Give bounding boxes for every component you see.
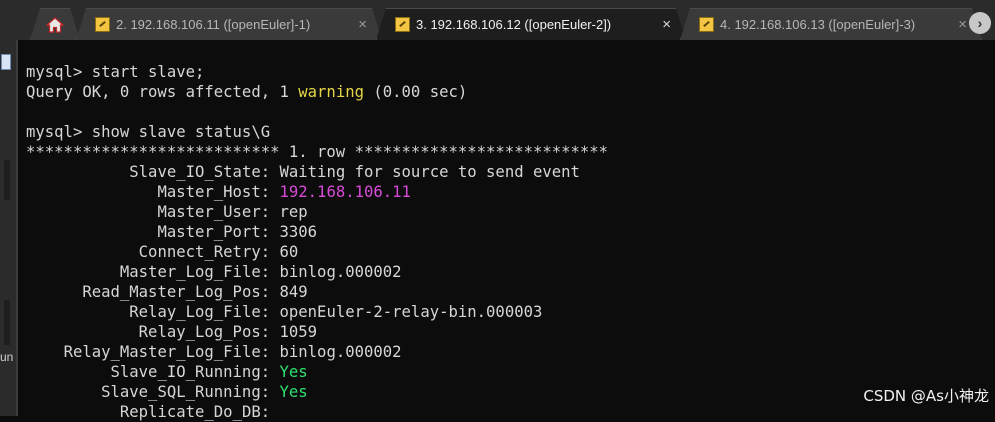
field-key: Relay_Log_Pos: [138, 323, 261, 341]
prompt: mysql>: [26, 63, 92, 81]
field-key: Relay_Master_Log_File: [63, 343, 261, 361]
warning-text: warning: [298, 83, 364, 101]
status-field: Relay_Log_File: openEuler-2-relay-bin.00…: [129, 303, 543, 321]
field-key: Connect_Retry: [138, 243, 261, 261]
tab-bar: 2. 192.168.106.11 ([openEuler]-1) × 3. 1…: [0, 0, 995, 40]
status-field: Master_User: rep: [157, 203, 308, 221]
status-field: Slave_SQL_Running: Yes: [101, 383, 308, 401]
session-icon: [395, 17, 410, 32]
field-key: Read_Master_Log_Pos: [82, 283, 261, 301]
sidebar-text-fragment: un: [0, 350, 14, 364]
field-value: 1059: [279, 323, 318, 341]
response-text: (0.00 sec): [363, 83, 468, 101]
session-icon: [699, 17, 714, 32]
close-icon[interactable]: ×: [958, 16, 967, 33]
panel-divider: [4, 160, 10, 200]
field-key: Slave_SQL_Running: [101, 383, 261, 401]
field-key: Slave_IO_Running: [110, 363, 261, 381]
field-value: 849: [279, 283, 308, 301]
field-value: binlog.000002: [279, 343, 402, 361]
field-value: 3306: [279, 223, 318, 241]
panel-marker-icon[interactable]: [1, 54, 11, 70]
field-value: Yes: [279, 383, 308, 401]
field-key: Master_User: [157, 203, 261, 221]
status-field: Replicate_Do_DB:: [119, 403, 280, 421]
tab-session-3[interactable]: 3. 192.168.106.12 ([openEuler-2]) ×: [376, 8, 686, 40]
field-value: rep: [279, 203, 308, 221]
field-key: Relay_Log_File: [129, 303, 261, 321]
status-field: Master_Log_File: binlog.000002: [119, 263, 402, 281]
tab-session-4[interactable]: 4. 192.168.106.13 ([openEuler]-3) ×: [680, 8, 982, 40]
status-field: Slave_IO_Running: Yes: [110, 363, 308, 381]
status-fields: Slave_IO_State: Waiting for source to se…: [26, 163, 580, 421]
status-field: Relay_Log_Pos: 1059: [138, 323, 318, 341]
field-key: Master_Port: [157, 223, 261, 241]
command: show slave status\G: [91, 123, 271, 141]
close-icon[interactable]: ×: [662, 16, 671, 33]
tab-label: 2. 192.168.106.11 ([openEuler]-1): [116, 17, 311, 32]
watermark: CSDN @As小神龙: [863, 387, 989, 405]
status-field: Master_Host: 192.168.106.11: [157, 183, 411, 201]
tab-home[interactable]: [30, 8, 80, 40]
status-field: Read_Master_Log_Pos: 849: [82, 283, 308, 301]
field-value: Waiting for source to send event: [279, 163, 580, 181]
field-value: Yes: [279, 363, 308, 381]
row-header: *************************** 1. row *****…: [26, 143, 609, 161]
field-value: 60: [279, 243, 299, 261]
field-key: Slave_IO_State: [129, 163, 261, 181]
field-key: Master_Log_File: [119, 263, 261, 281]
field-value: binlog.000002: [279, 263, 402, 281]
tab-scroll-right-button[interactable]: ›: [969, 12, 991, 34]
field-value: 192.168.106.11: [279, 183, 411, 201]
status-field: Slave_IO_State: Waiting for source to se…: [129, 163, 580, 181]
terminal-output[interactable]: mysql> start slave; Query OK, 0 rows aff…: [26, 62, 995, 421]
field-value: openEuler-2-relay-bin.000003: [279, 303, 543, 321]
tab-label: 3. 192.168.106.12 ([openEuler-2]): [416, 17, 612, 32]
panel-divider: [4, 300, 10, 345]
session-icon: [95, 17, 110, 32]
response-text: Query OK, 0 rows affected, 1: [26, 83, 299, 101]
tab-label: 4. 192.168.106.13 ([openEuler]-3): [720, 17, 916, 32]
field-key: Replicate_Do_DB: [119, 403, 261, 421]
field-key: Master_Host: [157, 183, 261, 201]
tab-session-2[interactable]: 2. 192.168.106.11 ([openEuler]-1) ×: [76, 8, 382, 40]
home-icon: [46, 16, 64, 34]
close-icon[interactable]: ×: [358, 16, 367, 33]
status-field: Connect_Retry: 60: [138, 243, 299, 261]
status-field: Relay_Master_Log_File: binlog.000002: [63, 343, 402, 361]
command: start slave;: [91, 63, 205, 81]
status-field: Master_Port: 3306: [157, 223, 318, 241]
sidebar-panel: un: [0, 40, 18, 416]
prompt: mysql>: [26, 123, 92, 141]
